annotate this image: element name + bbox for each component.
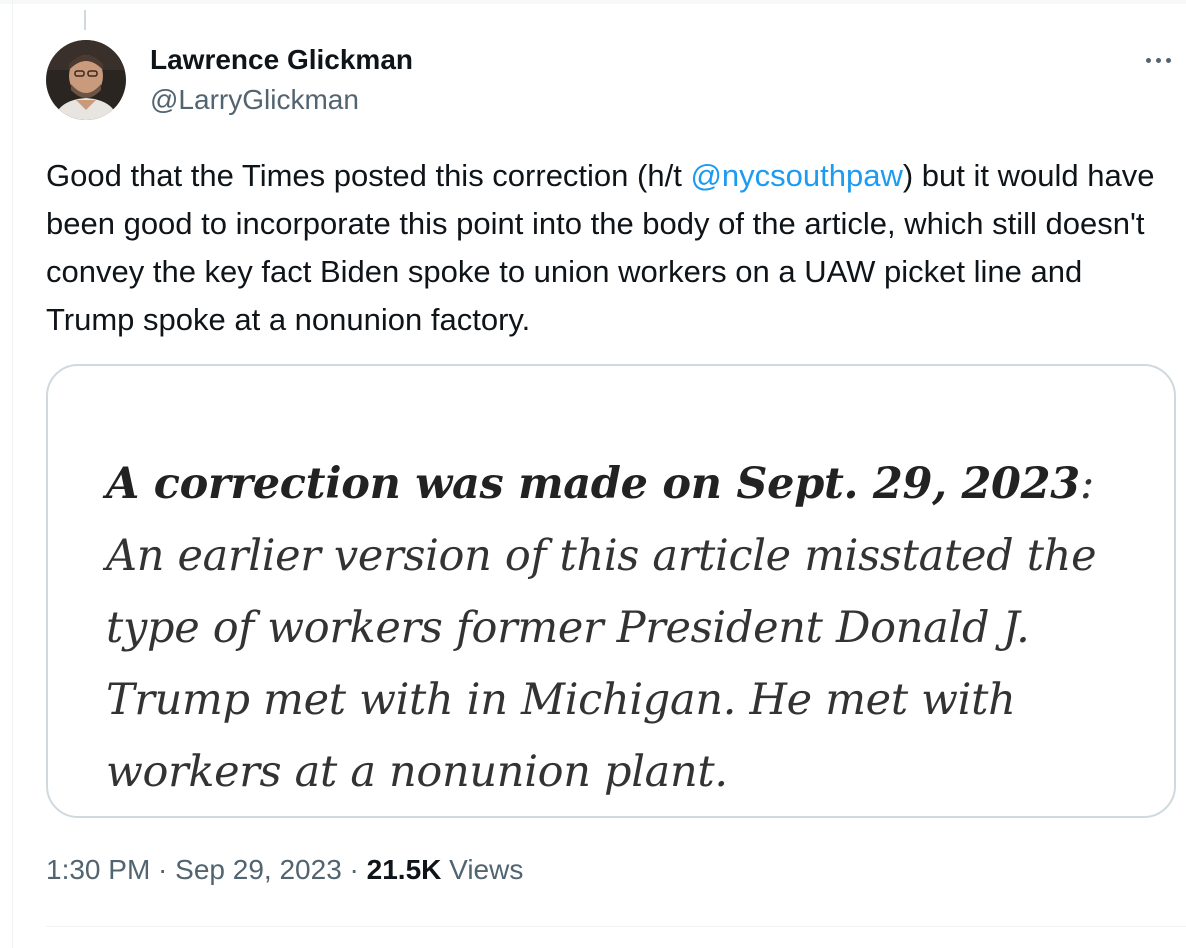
- correction-lead: A correction was made on Sept. 29, 2023: [106, 459, 1080, 509]
- author-name[interactable]: Lawrence Glickman: [150, 44, 413, 76]
- mention-link[interactable]: @nycsouthpaw: [690, 158, 902, 193]
- more-options-button[interactable]: [1138, 48, 1178, 72]
- tweet-text: Good that the Times posted this correcti…: [46, 152, 1161, 344]
- bottom-divider: [46, 926, 1186, 927]
- correction-body: : An earlier version of this article mis…: [106, 459, 1097, 797]
- tweet-time[interactable]: 1:30 PM: [46, 854, 150, 885]
- ellipsis-icon: [1145, 57, 1151, 63]
- attached-image[interactable]: A correction was made on Sept. 29, 2023:…: [46, 364, 1176, 818]
- meta-separator: ·: [341, 854, 367, 885]
- views-count: 21.5K: [366, 854, 442, 885]
- avatar[interactable]: [46, 40, 126, 120]
- top-divider: [0, 0, 1186, 4]
- meta-separator: ·: [150, 854, 176, 885]
- tweet-metadata: 1:30 PM · Sep 29, 2023 · 21.5K Views: [46, 854, 523, 886]
- ellipsis-icon-dot: [1165, 57, 1171, 63]
- timeline-border: [12, 0, 13, 948]
- views-label: Views: [441, 854, 524, 885]
- user-avatar-photo-icon: [46, 40, 126, 120]
- thread-connector-line: [84, 10, 86, 30]
- ellipsis-icon-dot: [1155, 57, 1161, 63]
- tweet-text-start: Good that the Times posted this correcti…: [46, 158, 691, 193]
- tweet-date[interactable]: Sep 29, 2023: [175, 854, 342, 885]
- correction-notice: A correction was made on Sept. 29, 2023:…: [106, 448, 1116, 808]
- author-handle[interactable]: @LarryGlickman: [150, 84, 359, 116]
